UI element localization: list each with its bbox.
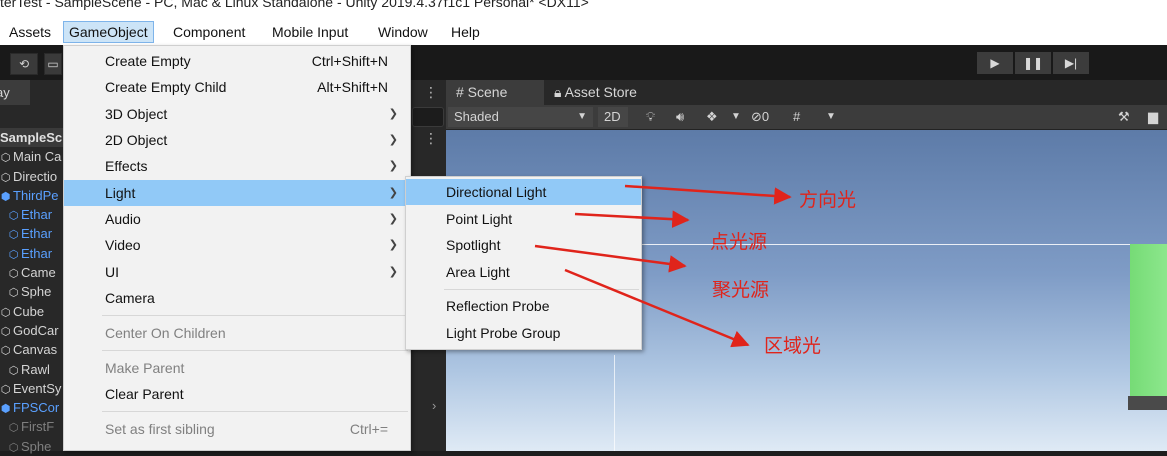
arrow-spot <box>534 244 687 273</box>
annotation-directional: 方向光 <box>799 190 857 211</box>
annotation-arrows <box>534 184 792 348</box>
annotation-area: 区域光 <box>764 336 822 357</box>
annotation-point: 点光源 <box>710 232 768 253</box>
arrow-point <box>574 210 690 228</box>
annotation-spot: 聚光源 <box>712 280 770 301</box>
arrow-directional <box>624 184 792 205</box>
